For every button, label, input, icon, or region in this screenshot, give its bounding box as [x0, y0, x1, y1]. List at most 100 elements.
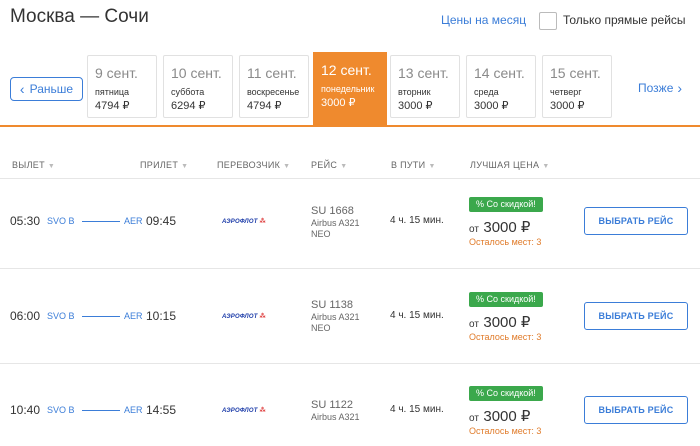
sort-departure[interactable]: ВЫЛЕТ ▼ — [12, 160, 55, 170]
airline-name: АЭРОФЛОТ — [222, 219, 258, 225]
arrival-airport: AER — [124, 405, 143, 415]
price-amount: 3000 ₽ — [483, 314, 531, 331]
airline-name: АЭРОФЛОТ — [222, 408, 258, 414]
departure-time: 06:00 — [10, 309, 41, 323]
sort-caret-icon: ▼ — [47, 163, 56, 170]
sort-carrier[interactable]: ПЕРЕВОЗЧИК ▼ — [217, 160, 290, 170]
seats-left: Осталось мест: 3 — [469, 426, 542, 436]
date-card-weekday: понедельник — [321, 84, 375, 94]
row-separator — [0, 363, 700, 364]
chevron-left-icon: ‹ — [19, 81, 25, 97]
date-card-price: 3000 ₽ — [550, 100, 585, 112]
route-line — [82, 316, 120, 317]
airline-name: АЭРОФЛОТ — [222, 314, 258, 320]
date-card-price: 4794 ₽ — [247, 100, 282, 112]
direct-flights-checkbox[interactable] — [539, 12, 557, 30]
aircraft-type: Airbus A321 — [311, 312, 360, 322]
aircraft-type: Airbus A321 — [311, 218, 360, 228]
price-prefix: от — [469, 224, 479, 235]
date-card-15[interactable]: 15 сент. четверг 3000 ₽ — [542, 55, 612, 118]
sort-duration[interactable]: В ПУТИ ▼ — [391, 160, 436, 170]
date-card-weekday: воскресенье — [247, 87, 300, 97]
flight-number: SU 1668 — [311, 205, 354, 217]
departure-airport: SVO B — [47, 311, 75, 321]
departure-airport: SVO B — [47, 216, 75, 226]
aeroflot-logo-icon: АЭРОФЛОТ ⁂ — [222, 408, 266, 414]
date-card-11[interactable]: 11 сент. воскресенье 4794 ₽ — [239, 55, 309, 118]
date-card-price: 3000 ₽ — [474, 100, 509, 112]
date-card-date: 11 сент. — [247, 65, 297, 81]
date-card-date: 12 сент. — [321, 62, 372, 78]
date-card-14[interactable]: 14 сент. среда 3000 ₽ — [466, 55, 536, 118]
later-label: Позже — [638, 81, 674, 95]
sort-caret-icon: ▼ — [428, 163, 436, 170]
price-amount: 3000 ₽ — [483, 219, 531, 236]
price-prefix: от — [469, 319, 479, 330]
date-card-13[interactable]: 13 сент. вторник 3000 ₽ — [390, 55, 460, 118]
select-flight-button[interactable]: ВЫБРАТЬ РЕЙС — [584, 302, 688, 330]
direct-flights-label[interactable]: Только прямые рейсы — [563, 13, 686, 27]
column-label: ВЫЛЕТ — [12, 160, 45, 170]
month-prices-link[interactable]: Цены на месяц — [441, 13, 526, 27]
select-flight-button[interactable]: ВЫБРАТЬ РЕЙС — [584, 207, 688, 235]
earlier-button[interactable]: ‹ Раньше — [10, 77, 83, 101]
arrival-time: 09:45 — [146, 214, 177, 228]
date-card-price: 4794 ₽ — [95, 100, 130, 112]
date-card-12-selected[interactable]: 12 сент. понедельник 3000 ₽ — [313, 52, 387, 126]
discount-badge: % Со скидкой! — [469, 386, 543, 401]
sort-caret-icon: ▼ — [283, 163, 291, 170]
arrival-airport: AER — [124, 311, 143, 321]
route-line — [82, 410, 120, 411]
date-card-date: 14 сент. — [474, 65, 525, 81]
page-title: Москва — Сочи — [10, 6, 149, 27]
date-card-date: 9 сент. — [95, 65, 138, 81]
discount-badge: % Со скидкой! — [469, 197, 543, 212]
row-separator — [0, 268, 700, 269]
sort-caret-icon: ▼ — [542, 163, 550, 170]
date-nav-divider — [0, 125, 700, 127]
date-card-9[interactable]: 9 сент. пятница 4794 ₽ — [87, 55, 157, 118]
sort-flight[interactable]: РЕЙС ▼ — [311, 160, 347, 170]
flight-price: от 3000 ₽ — [469, 407, 530, 426]
sort-caret-icon: ▼ — [181, 163, 189, 170]
later-button[interactable]: Позже › — [638, 81, 682, 95]
arrival-time: 10:15 — [146, 309, 177, 323]
departure-time: 10:40 — [10, 403, 41, 417]
date-card-weekday: суббота — [171, 87, 205, 97]
column-label: РЕЙС — [311, 160, 338, 170]
date-card-weekday: четверг — [550, 87, 582, 97]
aircraft-type-line2: NEO — [311, 229, 331, 239]
aircraft-type: Airbus A321 — [311, 412, 360, 422]
column-label: В ПУТИ — [391, 160, 426, 170]
column-label: ЛУЧШАЯ ЦЕНА — [470, 160, 540, 170]
aeroflot-logo-icon: АЭРОФЛОТ ⁂ — [222, 219, 266, 225]
column-label: ПЕРЕВОЗЧИК — [217, 160, 281, 170]
flight-number: SU 1122 — [311, 399, 353, 411]
departure-time: 05:30 — [10, 214, 41, 228]
discount-badge: % Со скидкой! — [469, 292, 543, 307]
sort-arrival[interactable]: ПРИЛЕТ ▼ — [140, 160, 188, 170]
date-card-10[interactable]: 10 сент. суббота 6294 ₽ — [163, 55, 233, 118]
date-card-date: 13 сент. — [398, 65, 449, 81]
route-line — [82, 221, 120, 222]
flight-duration: 4 ч. 15 мин. — [390, 310, 444, 321]
date-card-weekday: вторник — [398, 87, 431, 97]
date-card-weekday: пятница — [95, 87, 130, 97]
column-label: ПРИЛЕТ — [140, 160, 179, 170]
flight-price: от 3000 ₽ — [469, 218, 530, 237]
price-prefix: от — [469, 413, 479, 424]
select-flight-button[interactable]: ВЫБРАТЬ РЕЙС — [584, 396, 688, 424]
sort-caret-icon: ▼ — [340, 163, 348, 170]
aeroflot-logo-icon: АЭРОФЛОТ ⁂ — [222, 314, 266, 320]
earlier-label: Раньше — [29, 82, 74, 96]
arrival-time: 14:55 — [146, 403, 177, 417]
date-card-weekday: среда — [474, 87, 499, 97]
sort-best-price[interactable]: ЛУЧШАЯ ЦЕНА ▼ — [470, 160, 550, 170]
header-separator — [0, 178, 700, 179]
price-amount: 3000 ₽ — [483, 408, 531, 425]
date-card-price: 6294 ₽ — [171, 100, 206, 112]
arrival-airport: AER — [124, 216, 143, 226]
aircraft-type-line2: NEO — [311, 323, 331, 333]
date-card-price: 3000 ₽ — [398, 100, 433, 112]
departure-airport: SVO B — [47, 405, 75, 415]
